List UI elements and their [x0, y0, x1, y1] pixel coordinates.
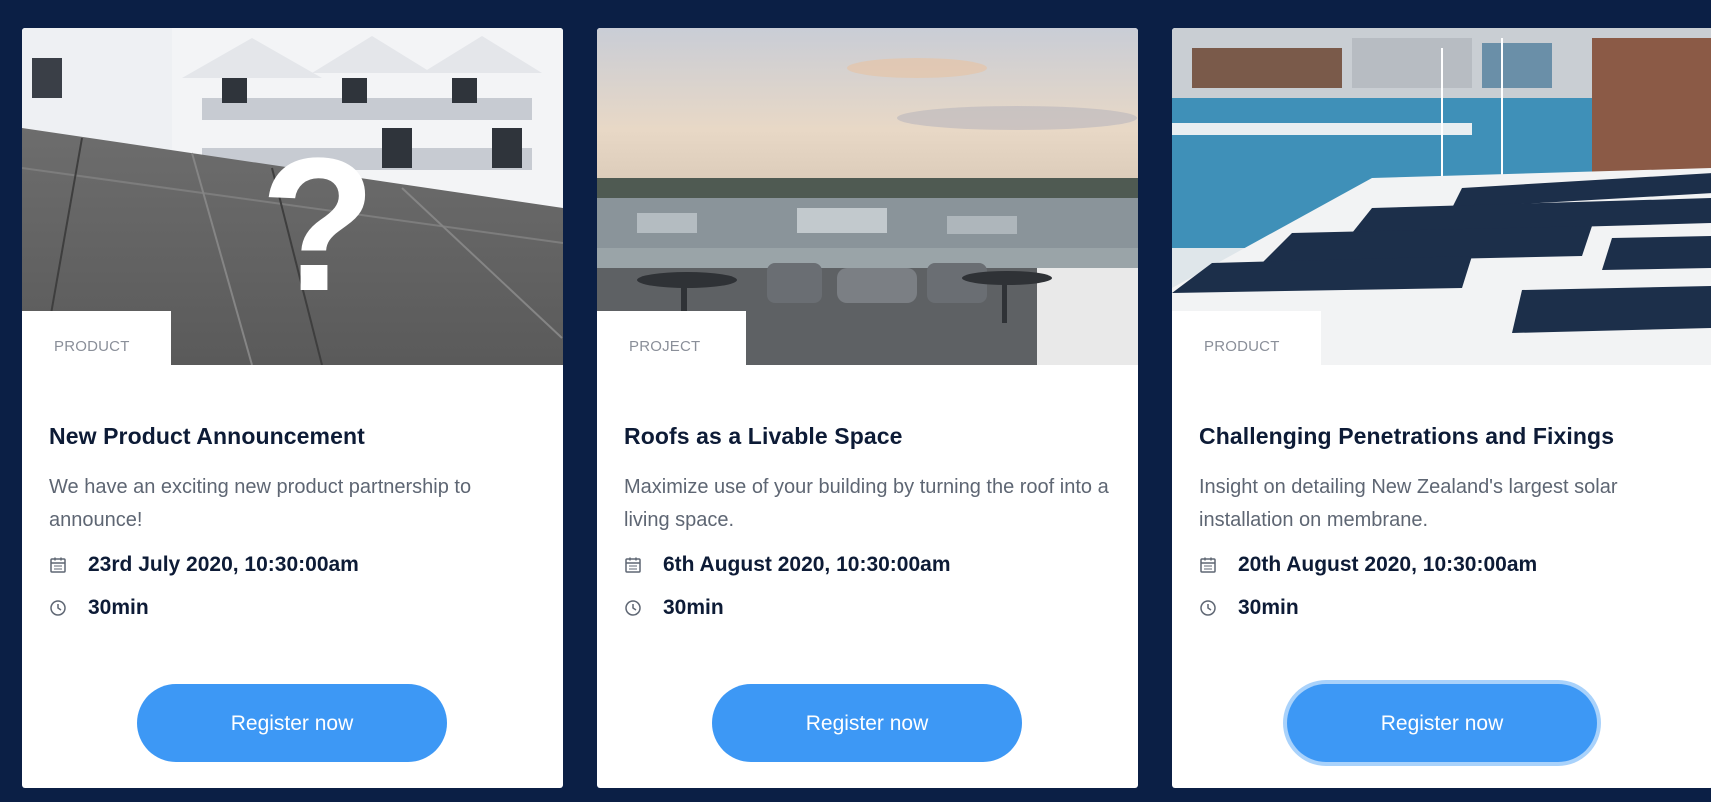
- card-duration-row: 30min: [49, 593, 549, 623]
- card-tag: PRODUCT: [1172, 311, 1321, 365]
- card-duration: 30min: [1238, 596, 1299, 619]
- card-description: Maximize use of your building by turning…: [624, 476, 1109, 531]
- calendar-icon: [49, 556, 67, 574]
- card-date-row: 23rd July 2020, 10:30:00am: [49, 550, 549, 580]
- card-date-row: 20th August 2020, 10:30:00am: [1199, 550, 1699, 580]
- register-now-button[interactable]: Register now: [1287, 684, 1597, 762]
- webinar-card-list: ? PRODUCT New Product Announcement We ha…: [22, 28, 1711, 788]
- card-duration-row: 30min: [624, 593, 1124, 623]
- card-duration-row: 30min: [1199, 593, 1699, 623]
- card-tag: PRODUCT: [22, 311, 171, 365]
- card-date: 23rd July 2020, 10:30:00am: [88, 553, 359, 576]
- card-title: Challenging Penetrations and Fixings: [1199, 423, 1615, 449]
- card-description: We have an exciting new product partners…: [49, 476, 472, 531]
- card-title: Roofs as a Livable Space: [624, 423, 903, 449]
- clock-icon: [49, 599, 67, 617]
- webinar-card: ? PRODUCT New Product Announcement We ha…: [22, 28, 563, 788]
- calendar-icon: [624, 556, 642, 574]
- register-now-button[interactable]: Register now: [712, 684, 1022, 762]
- clock-icon: [1199, 599, 1217, 617]
- card-duration: 30min: [663, 596, 724, 619]
- card-title: New Product Announcement: [49, 423, 365, 449]
- card-duration: 30min: [88, 596, 149, 619]
- card-date-row: 6th August 2020, 10:30:00am: [624, 550, 1124, 580]
- card-date: 6th August 2020, 10:30:00am: [663, 553, 951, 576]
- calendar-icon: [1199, 556, 1217, 574]
- card-date: 20th August 2020, 10:30:00am: [1238, 553, 1538, 576]
- card-tag: PROJECT: [597, 311, 746, 365]
- clock-icon: [624, 599, 642, 617]
- webinar-card: PRODUCT Challenging Penetrations and Fix…: [1172, 28, 1711, 788]
- register-now-button[interactable]: Register now: [137, 684, 447, 762]
- webinar-card: PROJECT Roofs as a Livable Space Maximiz…: [597, 28, 1138, 788]
- card-description: Insight on detailing New Zealand's large…: [1199, 476, 1618, 531]
- svg-text:?: ?: [260, 119, 376, 331]
